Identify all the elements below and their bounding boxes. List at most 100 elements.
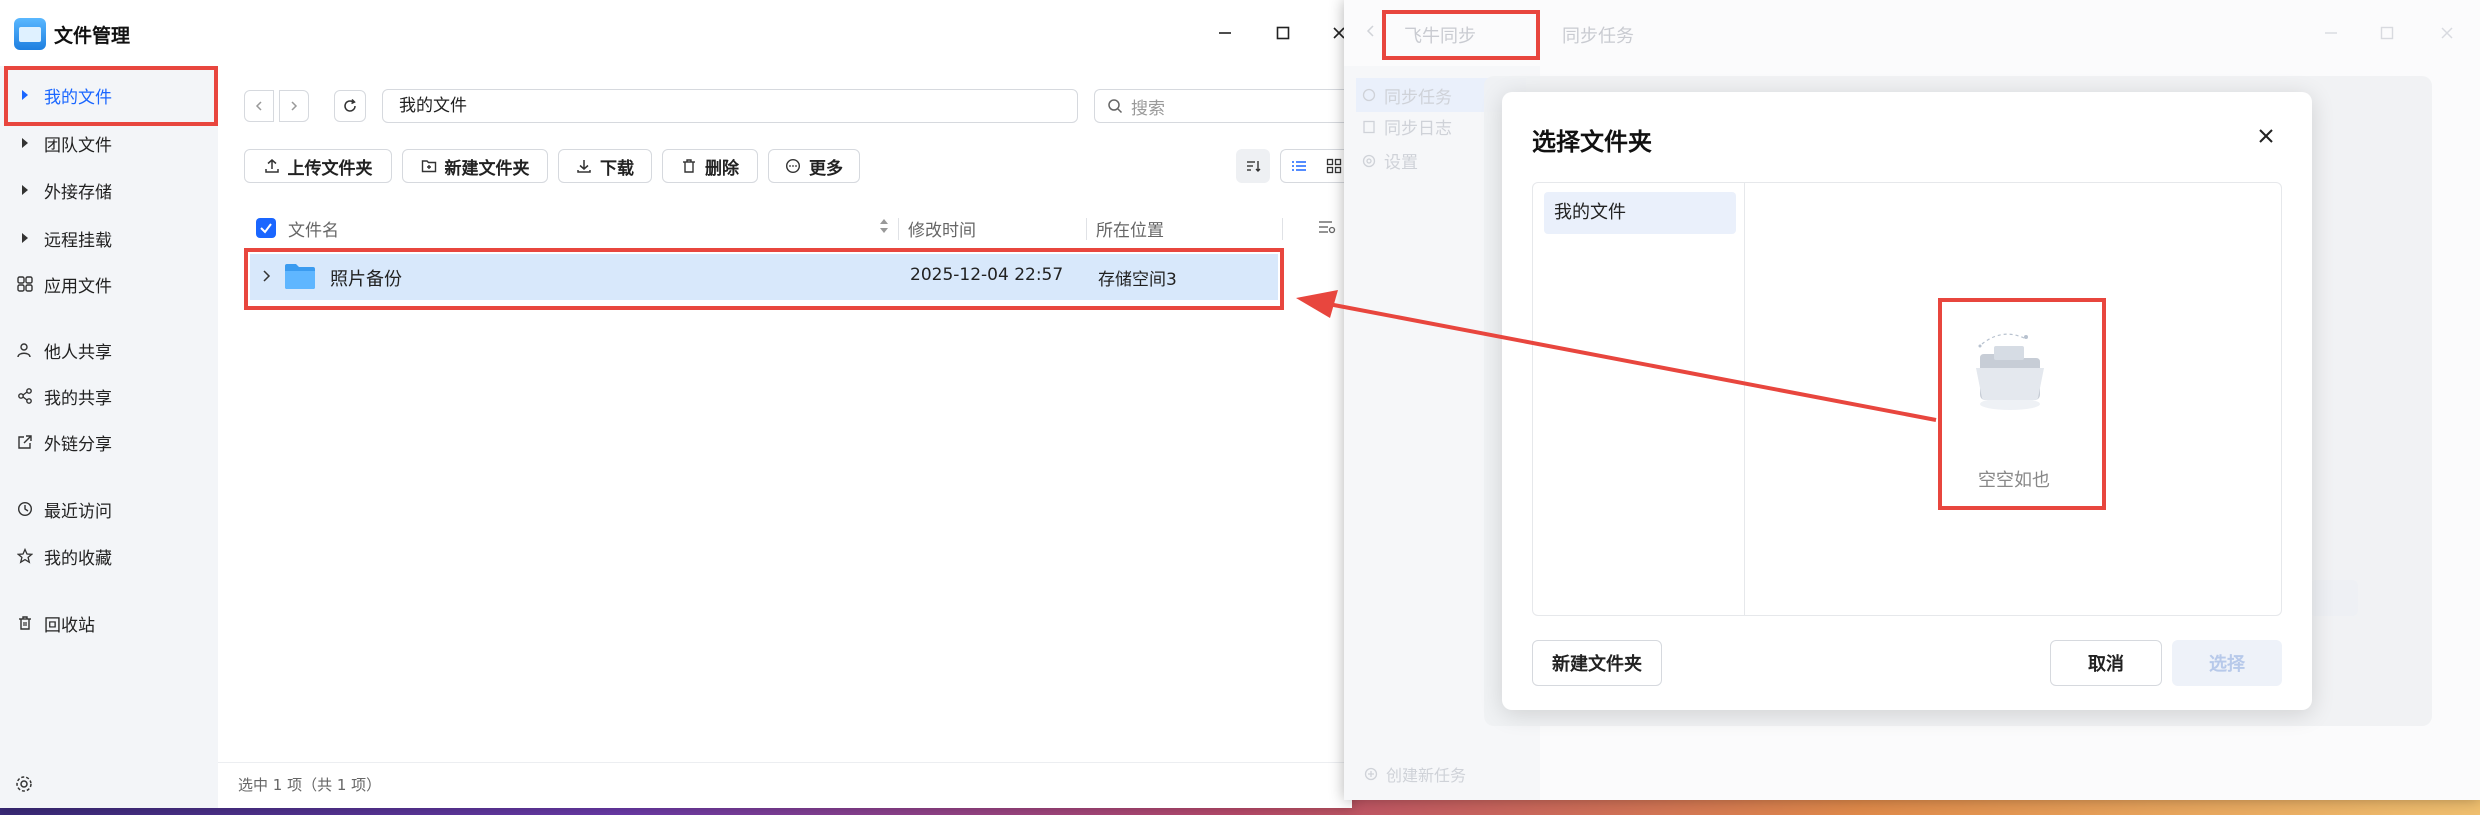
external-link-icon — [16, 433, 34, 451]
sidebar-item-label: 最近访问 — [44, 501, 112, 522]
list-view-icon — [1291, 161, 1306, 171]
column-divider[interactable] — [898, 218, 899, 240]
dialog-new-folder-button[interactable]: 新建文件夹 — [1532, 640, 1662, 686]
view-toggle[interactable] — [1280, 149, 1352, 183]
file-manager-logo-icon — [14, 18, 46, 50]
check-icon — [260, 223, 272, 234]
dialog-select-button[interactable]: 选择 — [2172, 640, 2282, 686]
close-icon — [2259, 129, 2273, 143]
trash-icon — [683, 159, 695, 173]
highlight-box — [4, 66, 218, 126]
apps-icon — [16, 275, 34, 293]
sidebar-item-favorites[interactable]: 我的收藏 — [0, 536, 218, 576]
dialog-title: 选择文件夹 — [1532, 128, 1652, 156]
sort-arrows-icon[interactable] — [878, 216, 890, 236]
search-placeholder: 搜索 — [1131, 98, 1165, 119]
caret-right-icon — [16, 134, 34, 152]
minimize-button[interactable] — [1208, 18, 1242, 48]
sync-sidebar-item-settings[interactable]: 设置 — [1362, 148, 1418, 173]
maximize-button[interactable] — [2370, 18, 2404, 48]
back-button[interactable] — [244, 90, 274, 122]
sync-sidebar-item-logs[interactable]: 同步日志 — [1362, 114, 1452, 139]
select-all-checkbox[interactable] — [256, 218, 276, 238]
plus-circle-icon — [1364, 767, 1378, 781]
folder-tree — [1533, 183, 1745, 615]
column-divider[interactable] — [1086, 218, 1087, 240]
status-bar — [218, 762, 1352, 808]
grid-view-icon — [1327, 158, 1342, 174]
log-icon — [1363, 120, 1375, 133]
sort-icon — [1247, 161, 1261, 172]
upload-icon — [264, 159, 279, 173]
download-button[interactable]: 下载 — [558, 149, 652, 183]
create-task-button[interactable]: 创建新任务 — [1364, 762, 1466, 786]
path-input[interactable]: 我的文件 — [382, 89, 1078, 123]
sidebar-item-remote-mount[interactable]: 远程挂载 — [0, 218, 218, 258]
sidebar-item-trash[interactable]: 回收站 — [0, 603, 218, 643]
sidebar-item-label: 外接存储 — [44, 182, 112, 203]
new-folder-button[interactable]: 新建文件夹 — [402, 149, 548, 183]
dialog-cancel-button[interactable]: 取消 — [2050, 640, 2162, 686]
refresh-icon — [344, 98, 356, 112]
sort-button[interactable] — [1236, 149, 1270, 183]
sidebar-item-external-storage[interactable]: 外接存储 — [0, 170, 218, 210]
refresh-button[interactable] — [334, 90, 366, 122]
minimize-icon — [2325, 32, 2337, 34]
column-header-modified[interactable]: 修改时间 — [908, 216, 976, 241]
download-icon — [577, 160, 591, 173]
column-header-location[interactable]: 所在位置 — [1096, 216, 1164, 241]
sidebar-item-label: 外链分享 — [44, 434, 112, 455]
minimize-icon — [1219, 32, 1231, 34]
close-icon — [2441, 27, 2453, 39]
sidebar-item-link-shares[interactable]: 外链分享 — [0, 422, 218, 462]
folder-plus-icon — [421, 160, 436, 173]
settings-gear-icon[interactable] — [14, 774, 34, 794]
gear-icon — [1362, 154, 1376, 167]
column-divider[interactable] — [1282, 218, 1283, 240]
column-header-name[interactable]: 文件名 — [288, 216, 339, 241]
sidebar-item-label: 回收站 — [44, 615, 95, 636]
tab-sync-tasks[interactable]: 同步任务 — [1562, 22, 1634, 48]
highlight-box — [244, 248, 1284, 310]
search-icon — [1107, 98, 1123, 114]
caret-right-icon — [16, 229, 34, 247]
close-button[interactable] — [2430, 18, 2464, 48]
sidebar-item-label: 应用文件 — [44, 276, 112, 297]
highlight-box — [1938, 298, 2106, 510]
back-arrow-icon[interactable] — [1364, 24, 1378, 38]
file-manager-titlebar — [0, 0, 1352, 66]
file-manager-title: 文件管理 — [54, 25, 131, 47]
sidebar-item-app-files[interactable]: 应用文件 — [0, 264, 218, 304]
sidebar-item-label: 团队文件 — [44, 135, 112, 156]
user-share-icon — [16, 341, 34, 359]
sidebar-item-shared-with-me[interactable]: 他人共享 — [0, 330, 218, 370]
forward-button[interactable] — [279, 90, 309, 122]
search-input[interactable]: 搜索 — [1094, 89, 1352, 123]
chevron-left-icon — [255, 101, 262, 111]
share-icon — [16, 387, 34, 405]
maximize-button[interactable] — [1266, 18, 1300, 48]
maximize-icon — [2380, 26, 2394, 40]
column-settings-icon[interactable] — [1318, 218, 1336, 236]
sidebar-item-label: 我的收藏 — [44, 548, 112, 569]
chevron-right-icon — [291, 101, 298, 111]
delete-button[interactable]: 删除 — [662, 149, 758, 183]
star-icon — [16, 547, 34, 565]
trash-icon — [16, 614, 34, 632]
highlight-box — [1382, 10, 1540, 60]
sidebar-item-label: 我的共享 — [44, 388, 112, 409]
maximize-icon — [1276, 26, 1290, 40]
minimize-button[interactable] — [2314, 18, 2348, 48]
sidebar-item-label: 他人共享 — [44, 342, 112, 363]
sync-icon — [1362, 88, 1376, 102]
caret-right-icon — [16, 181, 34, 199]
dialog-close-button[interactable] — [2254, 124, 2278, 148]
more-button[interactable]: 更多 — [768, 149, 860, 183]
tree-item-my-files[interactable]: 我的文件 — [1544, 192, 1736, 234]
sidebar-item-my-shares[interactable]: 我的共享 — [0, 376, 218, 416]
sidebar-item-label: 远程挂载 — [44, 230, 112, 251]
sidebar-item-team-files[interactable]: 团队文件 — [0, 123, 218, 163]
upload-folder-button[interactable]: 上传文件夹 — [244, 149, 392, 183]
sidebar-item-recent[interactable]: 最近访问 — [0, 489, 218, 529]
more-circle-icon — [785, 158, 801, 174]
